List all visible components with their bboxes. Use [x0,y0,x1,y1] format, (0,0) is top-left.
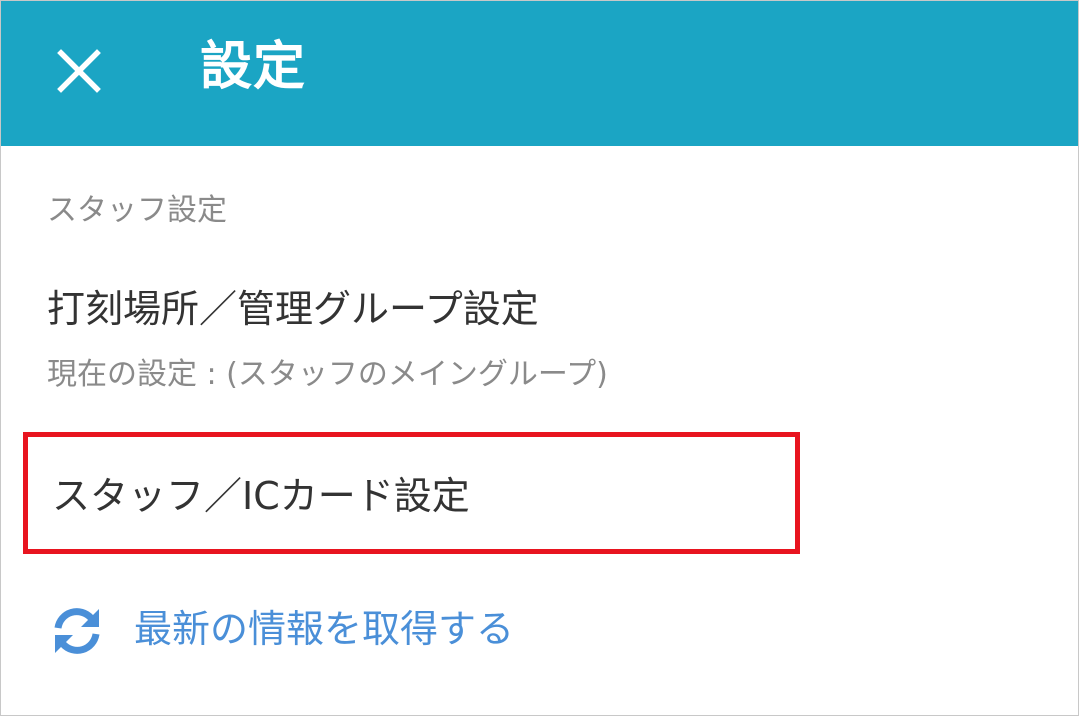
menu-item-label: スタッフ／ICカード設定 [52,474,470,518]
refresh-button[interactable]: 最新の情報を取得する [47,597,607,657]
section-header-staff-settings: スタッフ設定 [47,193,227,228]
page-title: 設定 [200,37,307,97]
app-bar: 設定 [1,1,1078,146]
settings-screen: 設定 スタッフ設定 打刻場所／管理グループ設定 現在の設定 : (スタッフのメイ… [0,0,1079,716]
menu-item-label: 打刻場所／管理グループ設定 [47,287,539,331]
refresh-label: 最新の情報を取得する [134,607,515,651]
close-button[interactable] [51,43,107,99]
menu-item-current-setting: 現在の設定 : (スタッフのメイングループ) [47,357,608,392]
menu-item-clock-location-group[interactable]: 打刻場所／管理グループ設定 現在の設定 : (スタッフのメイングループ) [1,271,1078,401]
menu-item-staff-ic-card[interactable]: スタッフ／ICカード設定 [23,432,800,554]
refresh-icon [54,608,100,654]
close-icon [57,49,101,93]
